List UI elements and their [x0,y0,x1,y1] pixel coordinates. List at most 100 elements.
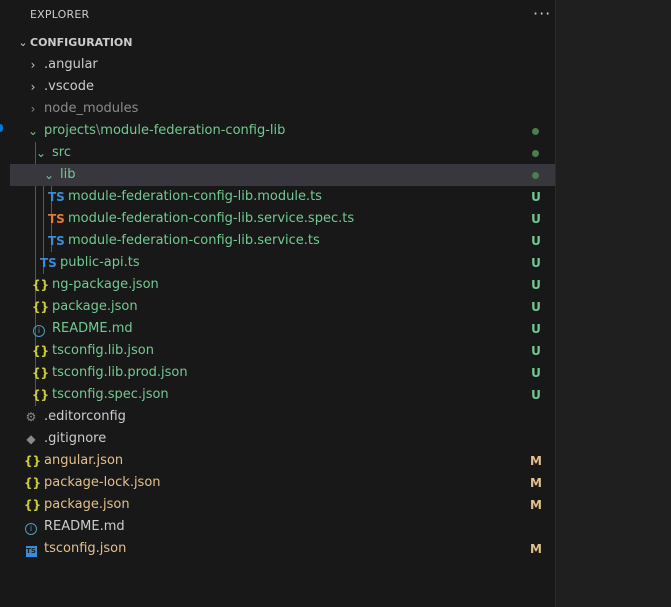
json-icon: {} [24,498,42,512]
tree-item-label: tsconfig.spec.json [52,387,169,402]
tree-item-label: .editorconfig [44,409,126,424]
tree-item-src-folder[interactable]: ⌄ src [10,142,555,164]
json-icon: {} [24,454,42,468]
chevron-down-icon: ⌄ [27,124,39,138]
git-icon: ◆ [26,432,36,446]
typescript-icon: TS [48,190,65,204]
tree-item-node-modules-folder[interactable]: › node_modules [10,98,555,120]
tree-item-label: module-federation-config-lib.module.ts [68,189,322,204]
tree-item-label: module-federation-config-lib.service.spe… [68,211,355,226]
git-status-modified: M [530,498,542,512]
git-status-dot [532,172,539,179]
json-icon: {} [32,388,50,402]
tree-item-file[interactable]: {} package.json M [10,494,555,516]
tree-item-label: .angular [44,57,98,72]
git-status-dot [532,128,539,135]
tree-item-label[interactable]: projects [44,123,96,138]
info-icon-wrap: i [24,516,38,538]
active-indicator [0,124,3,132]
git-status-untracked: U [531,322,541,336]
tree-item-label: .gitignore [44,431,107,446]
typescript-spec-icon: TS [48,212,65,226]
tree-item-file[interactable]: {} ng-package.json U [10,274,555,296]
chevron-right-icon: › [30,102,36,116]
git-status-modified: M [530,454,542,468]
tree-item-file[interactable]: TS public-api.ts U [10,252,555,274]
explorer-panel: EXPLORER ··· ⌄ CONFIGURATION › .angular … [10,0,555,607]
tree-item-file[interactable]: TS module-federation-config-lib.service.… [10,208,555,230]
tree-item-label: src [52,145,71,160]
tree-item-file[interactable]: TS module-federation-config-lib.module.t… [10,186,555,208]
tree-item-file[interactable]: i README.md U [10,318,555,340]
tree-item-label: package.json [52,299,138,314]
git-status-untracked: U [531,212,541,226]
typescript-icon: TS [40,256,57,270]
tree-item-label[interactable]: module-federation-config-lib [100,123,285,138]
tree-item-label: package-lock.json [44,475,161,490]
tree-item-file[interactable]: {} tsconfig.lib.json U [10,340,555,362]
git-status-modified: M [530,542,542,556]
tree-item-label: package.json [44,497,130,512]
json-icon: {} [32,366,50,380]
tree-item-file[interactable]: {} tsconfig.lib.prod.json U [10,362,555,384]
tree-item-label: tsconfig.json [44,541,127,556]
git-status-untracked: U [531,388,541,402]
tree-item-label: README.md [44,519,125,534]
tree-item-file[interactable]: {} package.json U [10,296,555,318]
tree-item-file[interactable]: ⚙ .editorconfig [10,406,555,428]
editor-area [555,0,671,607]
compact-folder-path: projects\module-federation-config-lib [44,120,285,142]
git-status-untracked: U [531,234,541,248]
tree-item-file[interactable]: {} angular.json M [10,450,555,472]
git-status-untracked: U [531,190,541,204]
tree-item-file[interactable]: TS module-federation-config-lib.service.… [10,230,555,252]
tree-item-file[interactable]: ◆ .gitignore [10,428,555,450]
json-icon: {} [24,476,42,490]
git-status-dot [532,150,539,157]
tree-item-label: README.md [52,321,133,336]
tree-item-label: .vscode [44,79,94,94]
json-icon: {} [32,278,50,292]
tsconfig-icon: TS [25,546,37,557]
tree-item-angular-folder[interactable]: › .angular [10,54,555,76]
tree-item-label: module-federation-config-lib.service.ts [68,233,320,248]
tree-item-vscode-folder[interactable]: › .vscode [10,76,555,98]
chevron-down-icon: ⌄ [18,36,28,49]
section-title: CONFIGURATION [30,36,133,49]
tree-item-label: lib [60,167,76,182]
info-icon: i [33,325,45,337]
tree-item-lib-folder[interactable]: ⌄ lib [10,164,555,186]
git-status-modified: M [530,476,542,490]
more-actions-button[interactable]: ··· [533,4,551,23]
chevron-right-icon: › [30,80,36,94]
json-icon: {} [32,300,50,314]
info-icon-wrap: i [32,318,46,340]
git-status-untracked: U [531,344,541,358]
explorer-title: EXPLORER [30,8,90,21]
tree-item-label: tsconfig.lib.prod.json [52,365,188,380]
git-status-untracked: U [531,366,541,380]
section-header-configuration[interactable]: ⌄ CONFIGURATION [10,32,555,54]
left-gutter [0,0,10,607]
tree-item-file[interactable]: TS tsconfig.json M [10,538,555,560]
tsconfig-icon-wrap: TS [24,538,38,560]
chevron-down-icon: ⌄ [35,146,47,160]
tree-item-projects-folder[interactable]: ⌄ projects\module-federation-config-lib [10,120,555,142]
tree-item-label: tsconfig.lib.json [52,343,154,358]
tree-item-file[interactable]: i README.md [10,516,555,538]
info-icon: i [25,523,37,535]
tree-item-label: node_modules [44,101,139,116]
git-status-untracked: U [531,256,541,270]
git-status-untracked: U [531,300,541,314]
json-icon: {} [32,344,50,358]
tree-item-label: ng-package.json [52,277,159,292]
typescript-icon: TS [48,234,65,248]
chevron-right-icon: › [30,58,36,72]
chevron-down-icon: ⌄ [43,168,55,182]
tree-item-label: public-api.ts [60,255,140,270]
git-status-untracked: U [531,278,541,292]
gear-icon: ⚙ [25,410,37,424]
tree-item-file[interactable]: {} tsconfig.spec.json U [10,384,555,406]
tree-item-label: angular.json [44,453,124,468]
tree-item-file[interactable]: {} package-lock.json M [10,472,555,494]
